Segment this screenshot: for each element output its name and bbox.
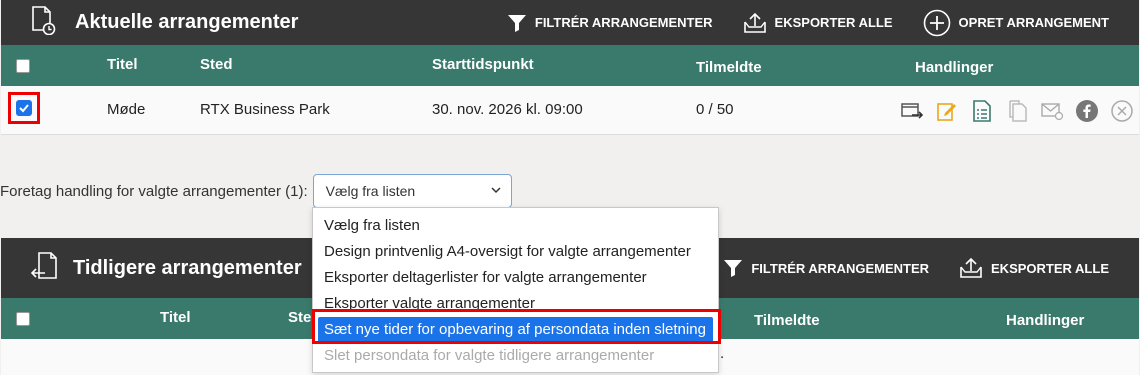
filter-previous-button[interactable]: FILTRÉR ARRANGEMENTER	[723, 258, 929, 278]
delete-icon[interactable]	[1109, 98, 1135, 124]
create-event-button[interactable]: OPRET ARRANGEMENT	[923, 9, 1109, 37]
col-start: Starttidspunkt	[432, 56, 534, 73]
edit-icon[interactable]	[934, 98, 960, 124]
table-row[interactable]: Møde RTX Business Park 30. nov. 2026 kl.…	[1, 86, 1139, 135]
col-location: Sted	[200, 56, 233, 73]
export-all-previous-button[interactable]: EKSPORTER ALLE	[959, 257, 1109, 279]
previous-header-actions: FILTRÉR ARRANGEMENTER EKSPORTER ALLE	[723, 257, 1139, 279]
checkmark-icon	[19, 104, 29, 113]
filter-events-button[interactable]: FILTRÉR ARRANGEMENTER	[507, 13, 713, 33]
col-registered: Tilmeldte	[754, 312, 820, 329]
export-all-previous-label: EKSPORTER ALLE	[991, 260, 1109, 276]
row-start: 30. nov. 2026 kl. 09:00	[432, 101, 583, 118]
option-highlight-box	[312, 309, 721, 344]
bulk-action-dropdown: Vælg fra listen Design printvenlig A4-ov…	[312, 207, 719, 373]
select-all-previous-checkbox[interactable]	[16, 312, 30, 326]
col-actions: Handlinger	[1006, 312, 1085, 329]
export-all-button[interactable]: EKSPORTER ALLE	[743, 12, 893, 34]
email-icon[interactable]	[1039, 98, 1065, 124]
facebook-icon[interactable]	[1074, 98, 1100, 124]
move-event-icon[interactable]	[899, 98, 925, 124]
filter-label: FILTRÉR ARRANGEMENTER	[534, 15, 713, 30]
create-event-label: OPRET ARRANGEMENT	[958, 15, 1109, 30]
bulk-action-label: Foretag handling for valgte arrangemente…	[0, 182, 308, 200]
row-location: RTX Business Park	[200, 101, 330, 118]
previous-title: Tidligere arrangementer	[73, 256, 302, 279]
select-all-checkbox[interactable]	[16, 59, 30, 73]
option-export-participants[interactable]: Eksporter deltagerlister for valgte arra…	[313, 265, 718, 291]
col-registered: Tilmeldte	[696, 59, 762, 76]
row-actions	[899, 98, 1135, 124]
row-checkbox-highlight	[8, 92, 40, 124]
export-icon	[960, 257, 982, 278]
export-icon	[743, 12, 766, 33]
col-location: Ste	[288, 309, 312, 326]
chevron-down-icon	[491, 186, 501, 197]
partial-cell: .	[720, 345, 725, 362]
participant-list-icon[interactable]	[969, 98, 995, 124]
col-actions: Handlinger	[915, 59, 994, 76]
current-table-header: Titel Sted Starttidspunkt Tilmeldte Hand…	[1, 45, 1139, 86]
plus-circle-icon	[923, 9, 950, 36]
row-registered: 0 / 50	[696, 101, 734, 118]
bulk-action-line: Foretag handling for valgte arrangemente…	[0, 174, 512, 208]
filter-icon	[724, 260, 743, 277]
page-title: Aktuelle arrangementer	[75, 11, 299, 33]
row-title: Møde	[107, 101, 146, 118]
option-delete-personal-data: Slet persondata for valgte tidligere arr…	[324, 347, 655, 364]
copy-icon[interactable]	[1004, 98, 1030, 124]
calendar-back-icon	[30, 251, 59, 286]
option-design-a4[interactable]: Design printvenlig A4-oversigt for valgt…	[313, 239, 718, 265]
export-all-label: EKSPORTER ALLE	[774, 15, 893, 30]
row-checkbox[interactable]	[16, 100, 32, 116]
filter-icon	[507, 14, 526, 32]
bulk-action-select[interactable]: Vælg fra listen	[312, 174, 512, 208]
header-actions: FILTRÉR ARRANGEMENTER EKSPORTER ALLE OPR…	[507, 9, 1139, 37]
current-events-header: Aktuelle arrangementer FILTRÉR ARRANGEME…	[1, 0, 1139, 45]
col-title: Titel	[107, 56, 138, 73]
option-choose[interactable]: Vælg fra listen	[313, 213, 718, 239]
calendar-document-icon	[31, 5, 57, 40]
filter-previous-label: FILTRÉR ARRANGEMENTER	[751, 260, 930, 276]
current-events-panel: Aktuelle arrangementer FILTRÉR ARRANGEME…	[1, 0, 1139, 135]
select-value: Vælg fra listen	[325, 183, 416, 199]
col-title: Titel	[160, 309, 191, 326]
